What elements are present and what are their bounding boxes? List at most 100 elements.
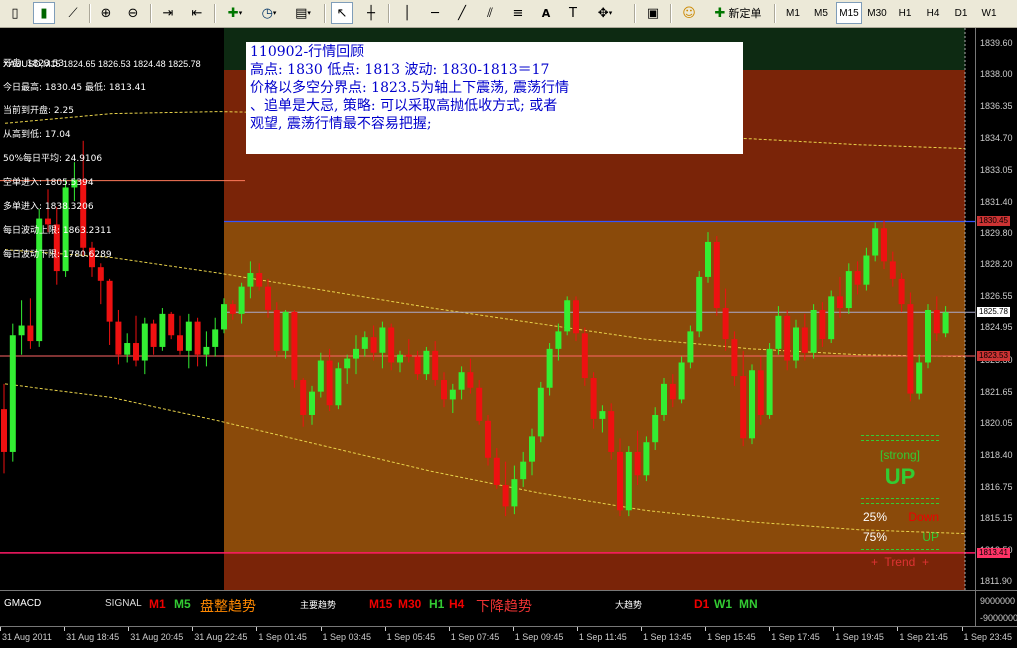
- candle-body: [370, 337, 377, 353]
- candle-body: [141, 323, 148, 361]
- auto-scroll-icon[interactable]: ⇥: [157, 2, 179, 24]
- tf-signal-m5: M5: [174, 597, 191, 611]
- note-line: 110902-行情回顾: [250, 44, 365, 60]
- background-zone-lower: [224, 552, 965, 590]
- candle-body: [291, 311, 298, 380]
- time-axis[interactable]: 31 Aug 2011 31 Aug 18:45 31 Aug 20:45 31 Au…: [0, 626, 1017, 648]
- timeframe-m30-button[interactable]: M30: [864, 2, 890, 24]
- candle-body: [185, 321, 192, 351]
- indicator-divider: [861, 503, 939, 504]
- line-chart-icon[interactable]: ⟋: [62, 2, 84, 24]
- candle-body: [194, 321, 201, 355]
- candle-body: [740, 376, 747, 439]
- indicators-icon[interactable]: ✚ ▾: [220, 2, 250, 24]
- zoom-in-icon[interactable]: ⊕: [95, 2, 117, 24]
- price-badge: 1825.78: [977, 307, 1010, 318]
- candle-body: [423, 350, 430, 375]
- candle-body: [344, 358, 351, 369]
- text-tool-icon[interactable]: A: [535, 2, 557, 24]
- candle-body: [599, 411, 606, 419]
- candle-body: [221, 304, 227, 330]
- timeframe-m5-button[interactable]: M5: [808, 2, 834, 24]
- timeframe-m15-button[interactable]: M15: [836, 2, 862, 24]
- timeframe-m1-button[interactable]: M1: [780, 2, 806, 24]
- timeframe-h4-button[interactable]: H4: [920, 2, 946, 24]
- downtrend-text: 下降趋势: [476, 599, 532, 615]
- toolbar: ▯ ▮ ⟋ ⊕ ⊖ ⇥ ⇤ ✚ ▾ ◷ ▾ ▤ ▾ ↖ ┼ │ ─ ╱ ⫽ ≡ A T…: [0, 0, 1017, 28]
- crosshair-icon[interactable]: ┼: [360, 2, 382, 24]
- candle-body: [775, 315, 782, 349]
- candle-body: [414, 356, 421, 375]
- time-tick-label: 1 Sep 11:45: [576, 627, 627, 642]
- vertical-line-icon[interactable]: │: [396, 2, 418, 24]
- candle-body: [863, 255, 870, 285]
- candle-body: [36, 218, 43, 342]
- candle-body: [361, 337, 368, 349]
- candle-body: [397, 354, 403, 363]
- candle-body: [942, 312, 949, 334]
- horizontal-line-icon[interactable]: ─: [424, 2, 446, 24]
- expert-advisors-icon[interactable]: ☺: [678, 2, 700, 24]
- candle-body: [432, 350, 439, 380]
- navigator-icon[interactable]: ▣: [642, 2, 664, 24]
- fibonacci-icon[interactable]: ≡: [507, 2, 529, 24]
- candle-body: [625, 451, 632, 511]
- candle-body: [933, 309, 940, 334]
- candle-body: [18, 325, 25, 336]
- price-badge: 1813.41: [977, 547, 1010, 558]
- toolbar-separator: [214, 4, 216, 23]
- bar-chart-icon[interactable]: ▯: [4, 2, 26, 24]
- analysis-note[interactable]: 110902-行情回顾 高点: 1830 低点: 1813 波动: 1830-18…: [246, 42, 743, 154]
- arrows-icon[interactable]: ✥ ▾: [590, 2, 620, 24]
- price-tick-label: 1818.40: [980, 449, 1013, 460]
- indicator-divider: [861, 549, 939, 550]
- trendline-icon[interactable]: ╱: [451, 2, 473, 24]
- candle-body: [467, 372, 474, 388]
- tf-signal-m1: M1: [149, 597, 166, 611]
- candle-body: [388, 327, 395, 363]
- candle-body: [766, 348, 773, 415]
- candle-body: [520, 461, 527, 480]
- text-label-icon[interactable]: T: [562, 2, 584, 24]
- price-tick-label: 1824.95: [980, 322, 1013, 333]
- templates-icon[interactable]: ▤ ▾: [288, 2, 318, 24]
- time-tick-label: 31 Aug 22:45: [192, 627, 248, 642]
- candlestick-icon[interactable]: ▮: [33, 2, 55, 24]
- candle-body: [555, 331, 562, 349]
- candle-body: [379, 327, 386, 353]
- price-axis[interactable]: 1839.60 1838.00 1836.35 1834.70 1833.05 1831.…: [975, 28, 1017, 590]
- channel-icon[interactable]: ⫽: [479, 2, 501, 24]
- price-tick-label: 1816.75: [980, 481, 1013, 492]
- trend-indicator-panel: [strong] UP 25% Down 75% UP + Trend +: [858, 434, 942, 574]
- timeframe-h1-button[interactable]: H1: [892, 2, 918, 24]
- time-tick-label: 1 Sep 17:45: [769, 627, 820, 642]
- timeframe-d1-button[interactable]: D1: [948, 2, 974, 24]
- time-tick-label: 1 Sep 03:45: [320, 627, 372, 642]
- candle-body: [449, 389, 456, 400]
- candle-body: [502, 484, 509, 507]
- time-tick-label: 31 Aug 18:45: [64, 627, 120, 642]
- signal-label: SIGNAL: [105, 598, 142, 609]
- gmacd-subwindow[interactable]: GMACD SIGNAL M1 M5 盘整趋势 主要趋势 M15 M30 H1 …: [0, 590, 975, 627]
- chart-shift-icon[interactable]: ⇤: [186, 2, 208, 24]
- time-tick-label: 1 Sep 23:45: [961, 627, 1013, 642]
- timeframe-w1-button[interactable]: W1: [976, 2, 1002, 24]
- candle-body: [309, 391, 315, 415]
- cursor-icon[interactable]: ↖: [331, 2, 353, 24]
- periods-icon[interactable]: ◷ ▾: [254, 2, 284, 24]
- price-tick-label: 1833.05: [980, 164, 1013, 175]
- toolbar-separator: [150, 4, 152, 23]
- info-line: 50%每日平均: 24.9106: [3, 154, 103, 164]
- new-order-button[interactable]: ✚ 新定单: [708, 2, 768, 24]
- zoom-out-icon[interactable]: ⊖: [122, 2, 144, 24]
- candle-body: [801, 327, 808, 353]
- candle-body: [133, 343, 139, 361]
- time-tick-label: 1 Sep 19:45: [833, 627, 884, 642]
- info-line: 空单进入: 1805.5394: [3, 178, 94, 188]
- tf-signal-mn: MN: [739, 597, 758, 611]
- info-line: 当前到开盘: 2.25: [3, 106, 74, 116]
- candle-body: [212, 329, 219, 347]
- candle-body: [229, 304, 236, 314]
- tf-signal-m30: M30: [398, 597, 422, 611]
- tf-signal-m15: M15: [369, 597, 393, 611]
